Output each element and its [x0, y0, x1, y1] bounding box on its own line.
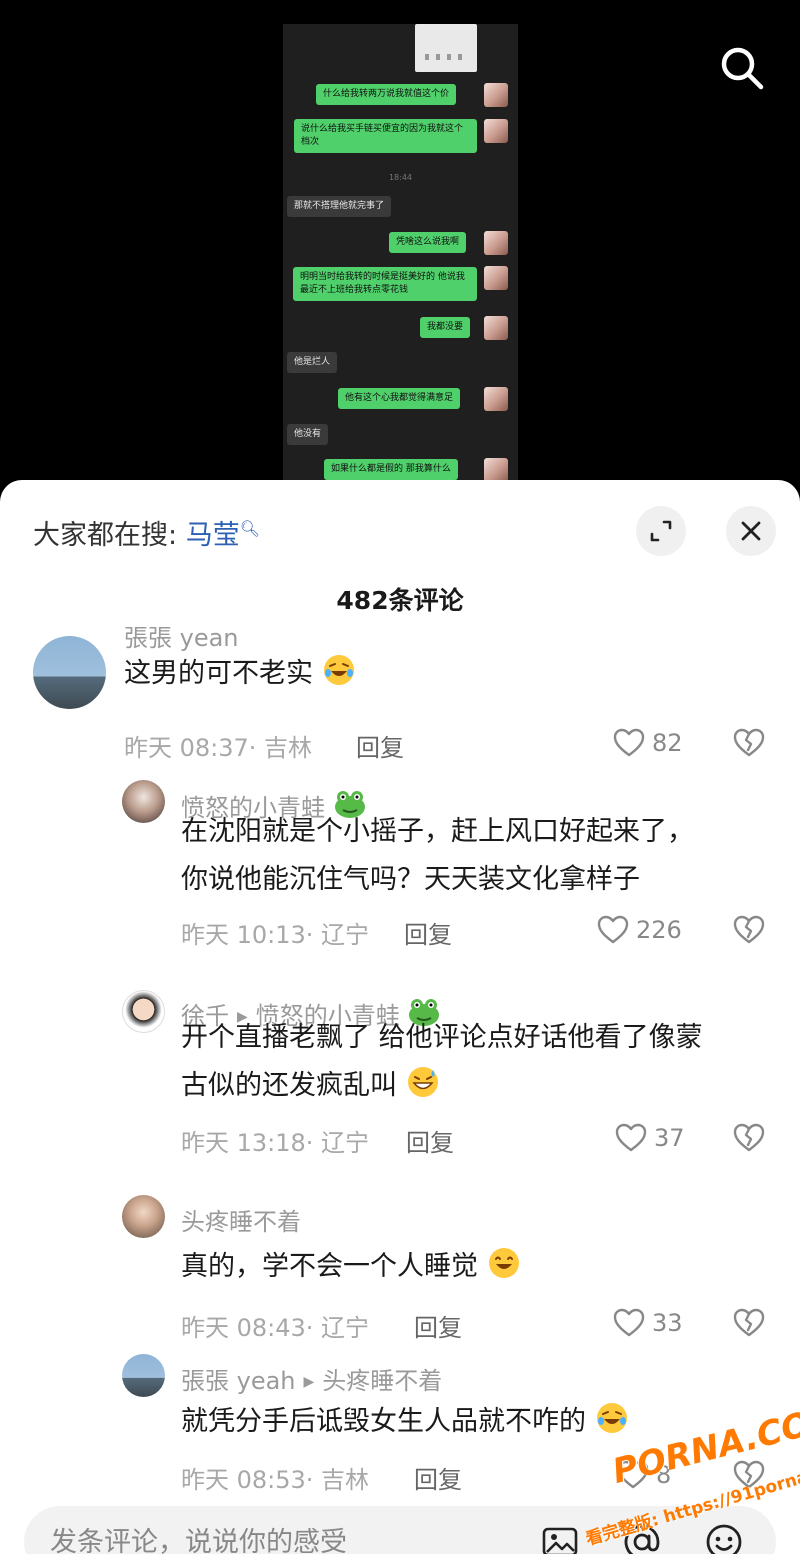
like-count: 8 [656, 1461, 672, 1489]
heart-icon [613, 728, 645, 757]
chat-message: 说什么给我买手链买便宜的因为我就这个档次 [294, 119, 477, 153]
comment-username[interactable]: 張張 yeah ▶ 头疼睡不着 [181, 1361, 442, 1396]
at-icon[interactable] [622, 1522, 662, 1554]
emoji-icon[interactable] [704, 1522, 744, 1554]
chat-message: 凭啥这么说我啊 [389, 232, 467, 253]
avatar[interactable] [122, 990, 165, 1033]
heart-icon [617, 1460, 649, 1489]
comment-text: 这男的可不老实 [124, 650, 356, 698]
close-button[interactable] [726, 506, 776, 556]
grinning-sweat-emoji-icon [407, 1067, 438, 1097]
chat-message: 他有这个心我都觉得满意足 [338, 388, 461, 409]
broken-heart-icon[interactable] [732, 726, 766, 760]
comment-text: 就凭分手后诋毁女生人品就不咋的 [181, 1398, 629, 1446]
comment-username[interactable]: 头疼睡不着 [181, 1202, 301, 1237]
avatar [484, 119, 508, 143]
chat-message: 明明当时给我转的时候是挺美好的 他说我最近不上班给我转点零花钱 [293, 267, 477, 301]
reply-button[interactable]: 回复 [406, 1123, 454, 1158]
comment-text: 开个直播老飘了 给他评论点好话他看了像蒙 古似的还发疯乱叫 [181, 1022, 703, 1101]
chat-message: 那就不搭理他就完事了 [287, 196, 392, 217]
like-button[interactable]: 8 [616, 1458, 671, 1492]
small-search-icon: 🔍︎ [239, 519, 261, 538]
like-count: 37 [654, 1124, 685, 1152]
chat-message: 他是烂人 [287, 352, 338, 373]
avatar[interactable] [122, 1354, 165, 1397]
like-count: 226 [636, 916, 682, 944]
comment-meta: 昨天 13:18· 辽宁 [181, 1129, 370, 1157]
comment-meta: 昨天 10:13· 辽宁 [181, 921, 370, 949]
like-button[interactable]: 226 [596, 913, 682, 947]
chat-screenshot: 什么给我转两万说我就值这个价 说什么给我买手链买便宜的因为我就这个档次 18:4… [283, 24, 518, 490]
heart-icon [615, 1123, 647, 1152]
trending-search-keyword[interactable]: 马莹 [186, 520, 240, 551]
broken-heart-icon[interactable] [732, 1306, 766, 1340]
expand-button[interactable] [636, 506, 686, 556]
avatar[interactable] [33, 636, 106, 709]
reply-button[interactable]: 回复 [356, 728, 404, 763]
avatar [484, 83, 508, 107]
comment-meta: 昨天 08:53· 吉林 [181, 1466, 370, 1494]
chat-message: 如果什么都是假的 那我算什么 [324, 459, 458, 480]
chat-timestamp: 18:44 [388, 173, 413, 182]
trending-search[interactable]: 大家都在搜: 马莹🔍︎ [33, 513, 260, 552]
trending-search-label: 大家都在搜: [33, 520, 178, 551]
comment-meta: 昨天 08:37· 吉林 [124, 734, 313, 762]
image-thumbnail [415, 24, 477, 72]
reply-arrow-icon: ▶ [303, 1374, 315, 1390]
avatar [484, 316, 508, 340]
comment-input[interactable] [50, 1522, 480, 1554]
search-icon[interactable] [718, 44, 766, 92]
broken-heart-icon[interactable] [732, 1458, 766, 1492]
laughing-emoji-icon [323, 655, 354, 685]
image-icon[interactable] [540, 1522, 580, 1554]
avatar [484, 458, 508, 482]
like-button[interactable]: 33 [612, 1306, 683, 1340]
like-button[interactable]: 37 [614, 1121, 685, 1155]
close-icon [741, 521, 761, 541]
like-count: 82 [652, 729, 683, 757]
like-count: 33 [652, 1309, 683, 1337]
comment-text: 真的，学不会一个人睡觉 [181, 1243, 521, 1291]
avatar [484, 231, 508, 255]
avatar[interactable] [122, 1195, 165, 1238]
like-button[interactable]: 82 [612, 726, 683, 760]
comment-sheet: 大家都在搜: 马莹🔍︎ 482条评论 張張 yean 这男的可不老实 昨天 08… [0, 480, 800, 1554]
comment-input-bar [24, 1506, 776, 1554]
laughing-emoji-icon [596, 1403, 627, 1433]
avatar[interactable] [122, 780, 165, 823]
comment-meta: 昨天 08:43· 辽宁 [181, 1314, 370, 1342]
chat-message: 什么给我转两万说我就值这个价 [316, 84, 457, 105]
expand-icon [650, 520, 672, 542]
comment-count: 482条评论 [336, 586, 464, 615]
broken-heart-icon[interactable] [732, 913, 766, 947]
chat-message: 他没有 [287, 424, 329, 445]
reply-button[interactable]: 回复 [404, 915, 452, 950]
heart-icon [597, 915, 629, 944]
reply-button[interactable]: 回复 [414, 1460, 462, 1495]
chat-message: 我都没要 [420, 317, 471, 338]
video-area[interactable]: 什么给我转两万说我就值这个价 说什么给我买手链买便宜的因为我就这个档次 18:4… [0, 0, 800, 490]
comment-text: 在沈阳就是个小摇子，赶上风口好起来了， 你说他能沉住气吗？天天装文化拿样子 [181, 816, 694, 895]
smiling-emoji-icon [488, 1248, 519, 1278]
avatar [484, 387, 508, 411]
reply-button[interactable]: 回复 [414, 1308, 462, 1343]
heart-icon [613, 1308, 645, 1337]
avatar [484, 266, 508, 290]
broken-heart-icon[interactable] [732, 1121, 766, 1155]
comment-username[interactable]: 張張 yean [124, 618, 239, 653]
